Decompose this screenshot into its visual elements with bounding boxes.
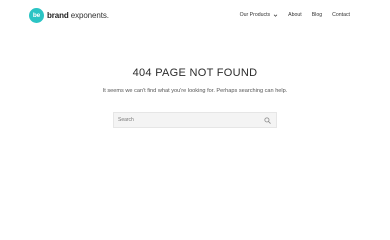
nav-item-blog[interactable]: Blog <box>312 12 322 18</box>
search-input[interactable] <box>114 113 262 127</box>
search-icon[interactable] <box>262 115 272 125</box>
page-title: 404 PAGE NOT FOUND <box>132 67 258 79</box>
nav-item-label: Our Products <box>239 12 271 18</box>
search-form <box>113 112 277 128</box>
site-header: be brand exponents. Our Products About B… <box>0 0 390 33</box>
nav-item-label: Contact <box>332 12 350 18</box>
chevron-down-icon <box>273 14 278 17</box>
nav-item-label: About <box>288 12 302 18</box>
page: be brand exponents. Our Products About B… <box>0 0 390 240</box>
nav-item-label: Blog <box>311 12 323 18</box>
not-found-message: It seems we can't find what you're looki… <box>102 88 288 94</box>
main-nav: Our Products About Blog Contact <box>240 12 350 18</box>
logo-badge: be <box>29 8 44 23</box>
main-content: 404 PAGE NOT FOUND It seems we can't fin… <box>0 64 390 96</box>
nav-item-contact[interactable]: Contact <box>332 12 350 18</box>
brand-logo[interactable]: be brand exponents. <box>29 8 109 23</box>
logo-wordmark-light: exponents. <box>70 11 109 20</box>
logo-wordmark-bold: brand <box>47 11 69 20</box>
logo-wordmark: brand exponents. <box>47 11 109 20</box>
nav-item-our-products[interactable]: Our Products <box>240 12 279 18</box>
nav-item-about[interactable]: About <box>288 12 302 18</box>
